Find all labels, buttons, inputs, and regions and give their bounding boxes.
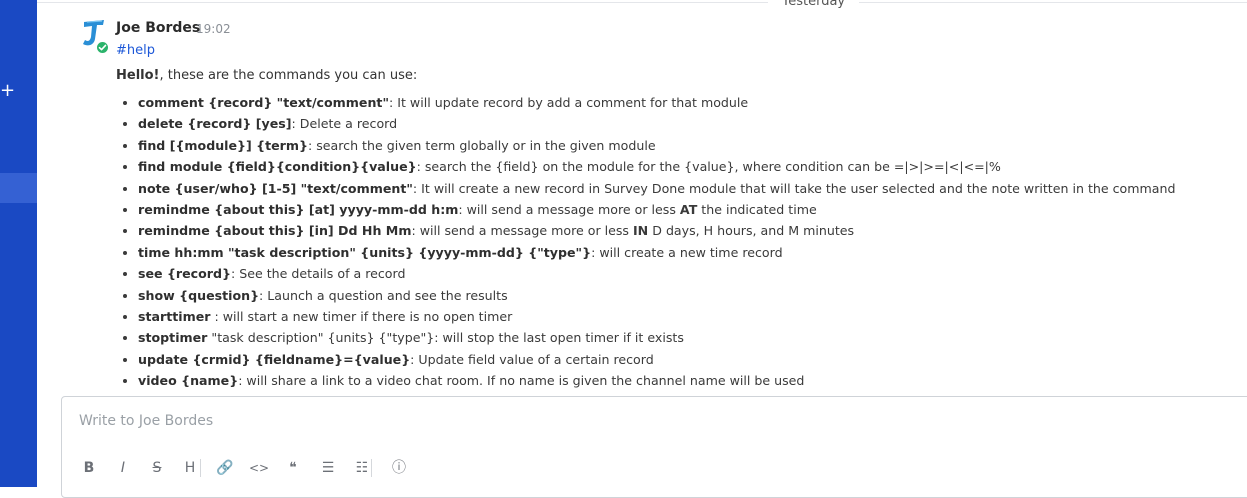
strikethrough-icon[interactable]: S [147,457,167,479]
command-item: see {record}: See the details of a recor… [138,263,1247,284]
command-description-tail: D days, H hours, and M minutes [648,223,855,239]
command-item: time hh:mm "task description" {units} {y… [138,242,1247,263]
sidebar: + [0,0,37,487]
top-divider-line [37,2,1247,3]
command-syntax: delete {record} [yes] [138,116,292,132]
command-syntax: see {record} [138,266,231,282]
command-syntax: show {question} [138,287,260,303]
intro-text: , these are the commands you can use: [159,68,418,83]
command-description: : will share a link to a video chat room… [238,373,805,389]
command-description: : Delete a record [291,116,398,132]
sidebar-active-item[interactable] [0,173,37,203]
command-item: remindme {about this} [at] yyyy-mm-dd h:… [138,199,1247,220]
intro-greeting: Hello! [116,68,160,83]
toolbar-separator [200,459,201,477]
code-icon[interactable]: <> [249,457,269,479]
command-syntax: remindme {about this} [in] Dd Hh Mm [138,223,412,239]
channel-link[interactable]: #help [116,43,155,58]
composer-input[interactable]: Write to Joe Bordes [79,413,213,429]
command-description: : It will create a new record in Survey … [412,180,1176,196]
command-description: : will create a new time record [591,244,783,260]
bullet-list-icon[interactable]: ☰ [318,457,338,479]
command-syntax: note {user/who} [1-5] "text/comment" [138,180,413,196]
command-description: : will start a new timer if there is no … [210,308,513,324]
command-description: : will send a message more or less [458,201,680,217]
message-author[interactable]: Joe Bordes [116,20,200,36]
command-item: remindme {about this} [in] Dd Hh Mm: wil… [138,220,1247,241]
command-item: stoptimer "task description" {units} {"t… [138,327,1247,348]
italic-icon[interactable]: I [113,457,133,479]
message-timestamp: 19:02 [196,22,231,36]
command-item: starttimer : will start a new timer if t… [138,306,1247,327]
command-description: : will send a message more or less [411,223,633,239]
command-description: : Launch a question and see the results [259,287,508,303]
command-syntax: find [{module}] {term} [138,137,308,153]
command-description: : search the given term globally or in t… [307,137,656,153]
command-description: : See the details of a record [231,266,406,282]
command-syntax: time hh:mm "task description" {units} {y… [138,244,592,260]
toolbar-separator [371,459,372,477]
message-intro: Hello!, these are the commands you can u… [116,68,417,83]
command-syntax: starttimer [138,308,211,324]
day-divider: Yesterday [768,0,860,8]
command-emphasis: IN [633,223,649,239]
bold-icon[interactable]: B [79,457,99,479]
message-composer[interactable]: Write to Joe Bordes B I S H 🔗 <> ❝ ☰ ☷ ⓘ [61,396,1247,498]
command-description-tail: the indicated time [697,201,817,217]
quote-icon[interactable]: ❝ [283,457,303,479]
numbered-list-icon[interactable]: ☷ [352,457,372,479]
command-item: video {name}: will share a link to a vid… [138,370,1247,391]
command-item: note {user/who} [1-5] "text/comment": It… [138,178,1247,199]
online-status-icon [95,40,110,55]
link-icon[interactable]: 🔗 [215,457,235,479]
heading-icon[interactable]: H [180,457,200,479]
command-item: find module {field}{condition}{value}: s… [138,156,1247,177]
command-syntax: remindme {about this} [at] yyyy-mm-dd h:… [138,201,459,217]
add-icon[interactable]: + [0,80,15,102]
command-item: find [{module}] {term}: search the given… [138,135,1247,156]
command-syntax: video {name} [138,373,239,389]
command-syntax: comment {record} "text/comment" [138,95,390,110]
command-item: delete {record} [yes]: Delete a record [138,113,1247,134]
command-item: comment {record} "text/comment": It will… [138,92,1247,113]
command-item: update {crmid} {fieldname}={value}: Upda… [138,349,1247,370]
command-description: : It will update record by add a comment… [389,95,749,110]
command-list: comment {record} "text/comment": It will… [116,92,1247,391]
command-syntax: update {crmid} {fieldname}={value} [138,351,411,367]
command-description: : Update field value of a certain record [410,351,654,367]
command-description: "task description" {units} {"type"}: wil… [207,330,684,346]
command-syntax: stoptimer [138,330,208,346]
command-item: show {question}: Launch a question and s… [138,285,1247,306]
info-icon[interactable]: ⓘ [389,457,409,479]
command-description: : search the {field} on the module for t… [416,159,1001,175]
command-emphasis: AT [679,201,698,217]
command-syntax: find module {field}{condition}{value} [138,159,417,175]
